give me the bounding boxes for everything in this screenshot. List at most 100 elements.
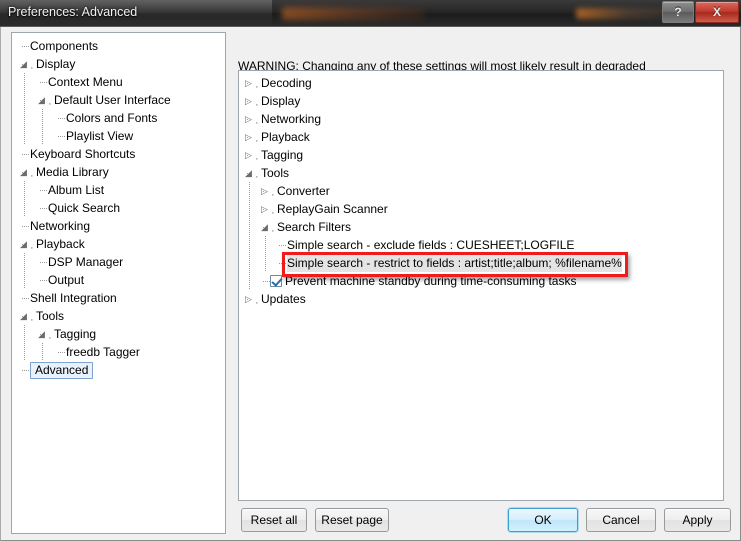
tree-guide-line <box>24 109 25 127</box>
chevron-right-icon[interactable]: ▷ <box>245 79 252 88</box>
tree-guide-line <box>24 73 25 91</box>
ok-button[interactable]: OK <box>508 508 578 532</box>
advanced-item-row[interactable]: ▷ · Networking <box>239 110 723 129</box>
sidebar-item-label: Components <box>30 39 99 53</box>
chevron-down-icon[interactable]: ◢ <box>38 96 45 105</box>
tree-guide-line <box>249 254 250 272</box>
chevron-down-icon[interactable]: ◢ <box>261 223 268 232</box>
tree-elbow <box>40 82 48 83</box>
cancel-button[interactable]: Cancel <box>586 508 656 532</box>
chevron-right-icon[interactable]: ▷ <box>245 133 252 142</box>
chevron-right-icon[interactable]: ▷ <box>245 295 252 304</box>
sidebar-item-label: Default User Interface <box>54 93 171 107</box>
advanced-item-row[interactable]: ◢ · Search Filters <box>239 218 723 237</box>
checkbox[interactable] <box>270 275 282 287</box>
chevron-down-icon[interactable]: ◢ <box>20 240 27 249</box>
window-controls: ? X <box>662 1 739 23</box>
tree-guide-line <box>265 236 266 254</box>
chevron-right-icon[interactable]: ▷ <box>261 187 268 196</box>
sidebar-item-row[interactable]: Colors and Fonts <box>12 109 225 127</box>
sidebar-item-row[interactable]: DSP Manager <box>12 253 225 271</box>
sidebar-item-row[interactable]: Quick Search <box>12 199 225 217</box>
sidebar-item-row[interactable]: Context Menu <box>12 73 225 91</box>
advanced-item-label: Simple search - exclude fields : CUESHEE… <box>287 238 575 252</box>
category-tree-list: Components ◢ · Display Context Menu ◢ · Default… <box>12 33 225 379</box>
reset-all-button[interactable]: Reset all <box>241 508 307 532</box>
preferences-category-tree[interactable]: Components ◢ · Display Context Menu ◢ · Default… <box>11 32 226 534</box>
sidebar-item-row[interactable]: Album List <box>12 181 225 199</box>
titlebar-obscured-region-left <box>282 7 424 20</box>
tree-elbow <box>58 352 66 353</box>
advanced-item-row[interactable]: ▷ · Decoding <box>239 74 723 93</box>
sidebar-item-label: DSP Manager <box>48 255 124 269</box>
sidebar-item-label: Networking <box>30 219 91 233</box>
advanced-item-row[interactable]: Prevent machine standby during time-cons… <box>239 272 723 290</box>
advanced-item-row[interactable]: ▷ · Converter <box>239 182 723 201</box>
advanced-item-label: Display <box>261 94 301 108</box>
chevron-right-icon[interactable]: ▷ <box>245 115 252 124</box>
tree-guide-line <box>249 218 250 236</box>
tree-guide-line <box>24 91 25 109</box>
sidebar-item-row[interactable]: ◢ · Default User Interface <box>12 91 225 110</box>
window-titlebar: Preferences: Advanced ? X <box>0 0 741 27</box>
tree-guide-line <box>24 343 25 361</box>
advanced-item-label: Converter <box>277 184 330 198</box>
tree-guide-line <box>249 272 250 290</box>
tree-guide-line <box>24 253 25 271</box>
chevron-right-icon[interactable]: ▷ <box>245 97 252 106</box>
tree-guide-line <box>42 109 43 127</box>
sidebar-item-label: Media Library <box>36 165 109 179</box>
advanced-item-label: Simple search - restrict to fields : art… <box>287 254 622 272</box>
sidebar-item-row[interactable]: ◢ · Media Library <box>12 163 225 182</box>
tree-guide-line <box>42 127 43 145</box>
sidebar-item-row[interactable]: Components <box>12 37 225 55</box>
tree-elbow <box>58 118 66 119</box>
help-button[interactable]: ? <box>662 1 694 23</box>
tree-elbow <box>279 245 287 246</box>
tree-elbow <box>22 154 30 155</box>
chevron-down-icon[interactable]: ◢ <box>20 60 27 69</box>
sidebar-item-label: Tools <box>36 309 65 323</box>
advanced-item-row[interactable]: Simple search - exclude fields : CUESHEE… <box>239 236 723 254</box>
chevron-down-icon[interactable]: ◢ <box>245 169 252 178</box>
close-button[interactable]: X <box>695 1 739 23</box>
sidebar-item-label: Advanced <box>30 362 94 379</box>
tree-guide-line <box>249 200 250 218</box>
sidebar-item-label: Shell Integration <box>30 291 117 305</box>
sidebar-item-row[interactable]: Shell Integration <box>12 289 225 307</box>
advanced-item-row[interactable]: ▷ · ReplayGain Scanner <box>239 200 723 219</box>
tree-elbow <box>22 370 30 371</box>
sidebar-item-label: Tagging <box>54 327 97 341</box>
sidebar-item-row[interactable]: freedb Tagger <box>12 343 225 361</box>
advanced-item-row[interactable]: ▷ · Display <box>239 92 723 111</box>
advanced-item-row[interactable]: ▷ · Playback <box>239 128 723 147</box>
tree-elbow <box>40 280 48 281</box>
tree-guide-line <box>249 236 250 254</box>
apply-button[interactable]: Apply <box>664 508 731 532</box>
sidebar-item-row[interactable]: ◢ · Tools <box>12 307 225 326</box>
sidebar-item-label: freedb Tagger <box>66 345 140 359</box>
sidebar-item-row[interactable]: ◢ · Tagging <box>12 325 225 344</box>
sidebar-item-row[interactable]: Networking <box>12 217 225 235</box>
chevron-down-icon[interactable]: ◢ <box>20 168 27 177</box>
sidebar-item-row[interactable]: ◢ · Display <box>12 55 225 74</box>
chevron-down-icon[interactable]: ◢ <box>20 312 27 321</box>
sidebar-item-row[interactable]: Advanced <box>12 361 225 379</box>
advanced-item-row[interactable]: ◢ · Tools <box>239 164 723 183</box>
advanced-item-row[interactable]: Simple search - restrict to fields : art… <box>239 254 723 272</box>
sidebar-item-label: Display <box>36 57 76 71</box>
tree-guide-line <box>24 181 25 199</box>
sidebar-item-row[interactable]: Output <box>12 271 225 289</box>
sidebar-item-row[interactable]: Playlist View <box>12 127 225 145</box>
chevron-down-icon[interactable]: ◢ <box>38 330 45 339</box>
sidebar-item-row[interactable]: Keyboard Shortcuts <box>12 145 225 163</box>
tree-dot-separator: · <box>255 297 259 309</box>
chevron-right-icon[interactable]: ▷ <box>261 205 268 214</box>
reset-page-button[interactable]: Reset page <box>315 508 389 532</box>
advanced-item-row[interactable]: ▷ · Tagging <box>239 146 723 165</box>
advanced-item-row[interactable]: ▷ · Updates <box>239 290 723 309</box>
chevron-right-icon[interactable]: ▷ <box>245 151 252 160</box>
sidebar-item-row[interactable]: ◢ · Playback <box>12 235 225 254</box>
advanced-item-label: Playback <box>261 130 310 144</box>
advanced-settings-tree[interactable]: ▷ · Decoding ▷ · Display ▷ · Networking ▷ · Playbac… <box>238 70 724 501</box>
